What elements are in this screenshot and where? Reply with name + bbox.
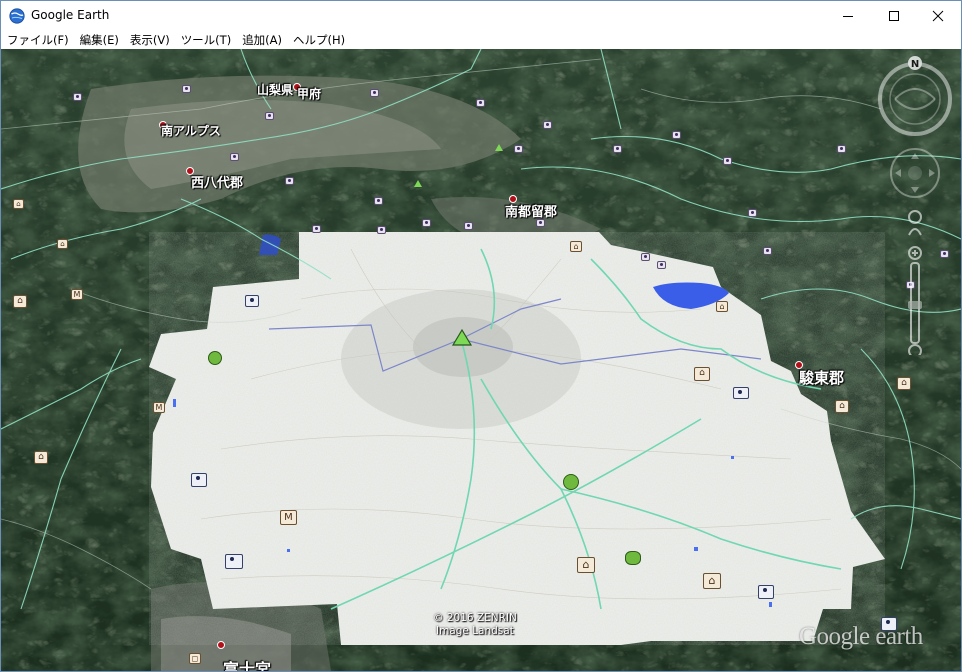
place-label-kofu[interactable]: 甲府 (297, 85, 321, 102)
zoom-slider-icon[interactable] (908, 246, 922, 355)
place-pin[interactable] (230, 153, 239, 161)
google-earth-window: Google Earth ファイル(F) 編集(E) 表示(V) ツール(T) … (0, 0, 962, 672)
place-pin[interactable] (377, 226, 386, 234)
menu-help[interactable]: ヘルプ(H) (287, 31, 350, 49)
photo-spot-icon[interactable] (758, 585, 774, 599)
place-pin[interactable] (374, 197, 383, 205)
place-pin[interactable] (657, 261, 666, 269)
earth-3d-view[interactable]: 山梨県 甲府 南アルプス 西八代郡 南都留郡 駿東郡 富士宮 ⌂ ⌂ ⌂ M M… (1, 49, 961, 671)
place-pin[interactable] (182, 85, 191, 93)
place-pin[interactable] (514, 145, 523, 153)
place-pin[interactable] (613, 145, 622, 153)
park-icon[interactable] (563, 474, 579, 490)
window-title: Google Earth (31, 8, 110, 22)
museum-icon[interactable]: ⌂ (13, 199, 24, 209)
copyright-text: © 2016 ZENRIN (433, 612, 517, 624)
place-label-nishiyatsushiro[interactable]: 西八代郡 (191, 172, 243, 191)
fujinomiya-dot[interactable] (217, 641, 225, 649)
photo-spot-icon[interactable] (191, 473, 207, 487)
terrain-imagery[interactable] (1, 49, 961, 671)
museum-icon[interactable]: ⌂ (34, 451, 48, 464)
place-pin[interactable] (641, 253, 650, 261)
maximize-button[interactable] (871, 1, 917, 31)
place-pin[interactable] (543, 121, 552, 129)
photo-spot-icon[interactable] (225, 554, 243, 569)
maximize-icon (889, 11, 899, 21)
museum-icon[interactable]: M (71, 289, 83, 300)
menu-tools[interactable]: ツール(T) (175, 31, 237, 49)
museum-icon[interactable]: ⌂ (716, 301, 728, 312)
zoo-icon[interactable] (625, 551, 641, 565)
place-label-sunto[interactable]: 駿東郡 (799, 367, 844, 388)
menu-file[interactable]: ファイル(F) (1, 31, 74, 49)
park-icon[interactable] (208, 351, 222, 365)
place-label-fujinomiya[interactable]: 富士宮 (223, 656, 271, 671)
menu-edit[interactable]: 編集(E) (74, 31, 124, 49)
place-pin[interactable] (312, 225, 321, 233)
museum-icon[interactable]: ⌂ (577, 557, 595, 573)
place-pin[interactable] (73, 93, 82, 101)
museum-icon[interactable]: ⌂ (835, 400, 849, 413)
street-view-icon[interactable] (908, 210, 922, 236)
place-pin[interactable] (763, 247, 772, 255)
place-pin[interactable] (285, 177, 294, 185)
museum-icon[interactable]: ⌂ (897, 377, 911, 390)
museum-icon[interactable]: M (280, 510, 297, 525)
place-pin[interactable] (723, 157, 732, 165)
museum-icon[interactable]: ⌂ (570, 241, 582, 252)
place-label-minami-alps[interactable]: 南アルプス (161, 122, 221, 139)
place-pin[interactable] (536, 219, 545, 227)
map-attribution: © 2016 ZENRIN Image Landsat (433, 612, 517, 638)
close-button[interactable] (915, 1, 961, 31)
place-pin[interactable] (748, 209, 757, 217)
title-bar[interactable]: Google Earth (1, 1, 961, 31)
move-joystick-icon[interactable] (890, 148, 940, 198)
place-pin[interactable] (464, 222, 473, 230)
museum-icon[interactable]: ⌂ (703, 573, 721, 589)
google-earth-app-icon (9, 8, 25, 24)
hotel-icon[interactable] (733, 387, 749, 399)
place-pin[interactable] (265, 112, 274, 120)
menu-bar: ファイル(F) 編集(E) 表示(V) ツール(T) 追加(A) ヘルプ(H) (1, 31, 961, 49)
place-pin[interactable] (837, 145, 846, 153)
museum-icon[interactable]: ⌂ (694, 367, 710, 381)
google-earth-watermark: Google earth (799, 623, 923, 650)
museum-icon[interactable]: M (153, 402, 165, 413)
place-pin[interactable] (476, 99, 485, 107)
north-indicator: N (911, 59, 919, 70)
menu-add[interactable]: 追加(A) (236, 31, 287, 49)
imagery-credit: Image Landsat (435, 625, 514, 637)
close-icon (932, 10, 944, 22)
place-pin[interactable] (422, 219, 431, 227)
place-pin[interactable] (370, 89, 379, 97)
minimize-button[interactable] (825, 1, 871, 31)
place-label-yamanashi[interactable]: 山梨県 (257, 81, 293, 98)
museum-icon[interactable]: ◻ (189, 653, 201, 664)
minimize-icon (843, 16, 853, 17)
menu-view[interactable]: 表示(V) (124, 31, 175, 49)
navigation-controls: N (878, 56, 952, 355)
place-label-minamitsuru[interactable]: 南都留郡 (505, 201, 557, 220)
place-pin[interactable] (672, 131, 681, 139)
photo-spot-icon[interactable] (245, 295, 259, 307)
museum-icon[interactable]: ⌂ (57, 239, 68, 249)
museum-icon[interactable]: ⌂ (13, 295, 27, 308)
compass-icon[interactable]: N (878, 56, 952, 136)
